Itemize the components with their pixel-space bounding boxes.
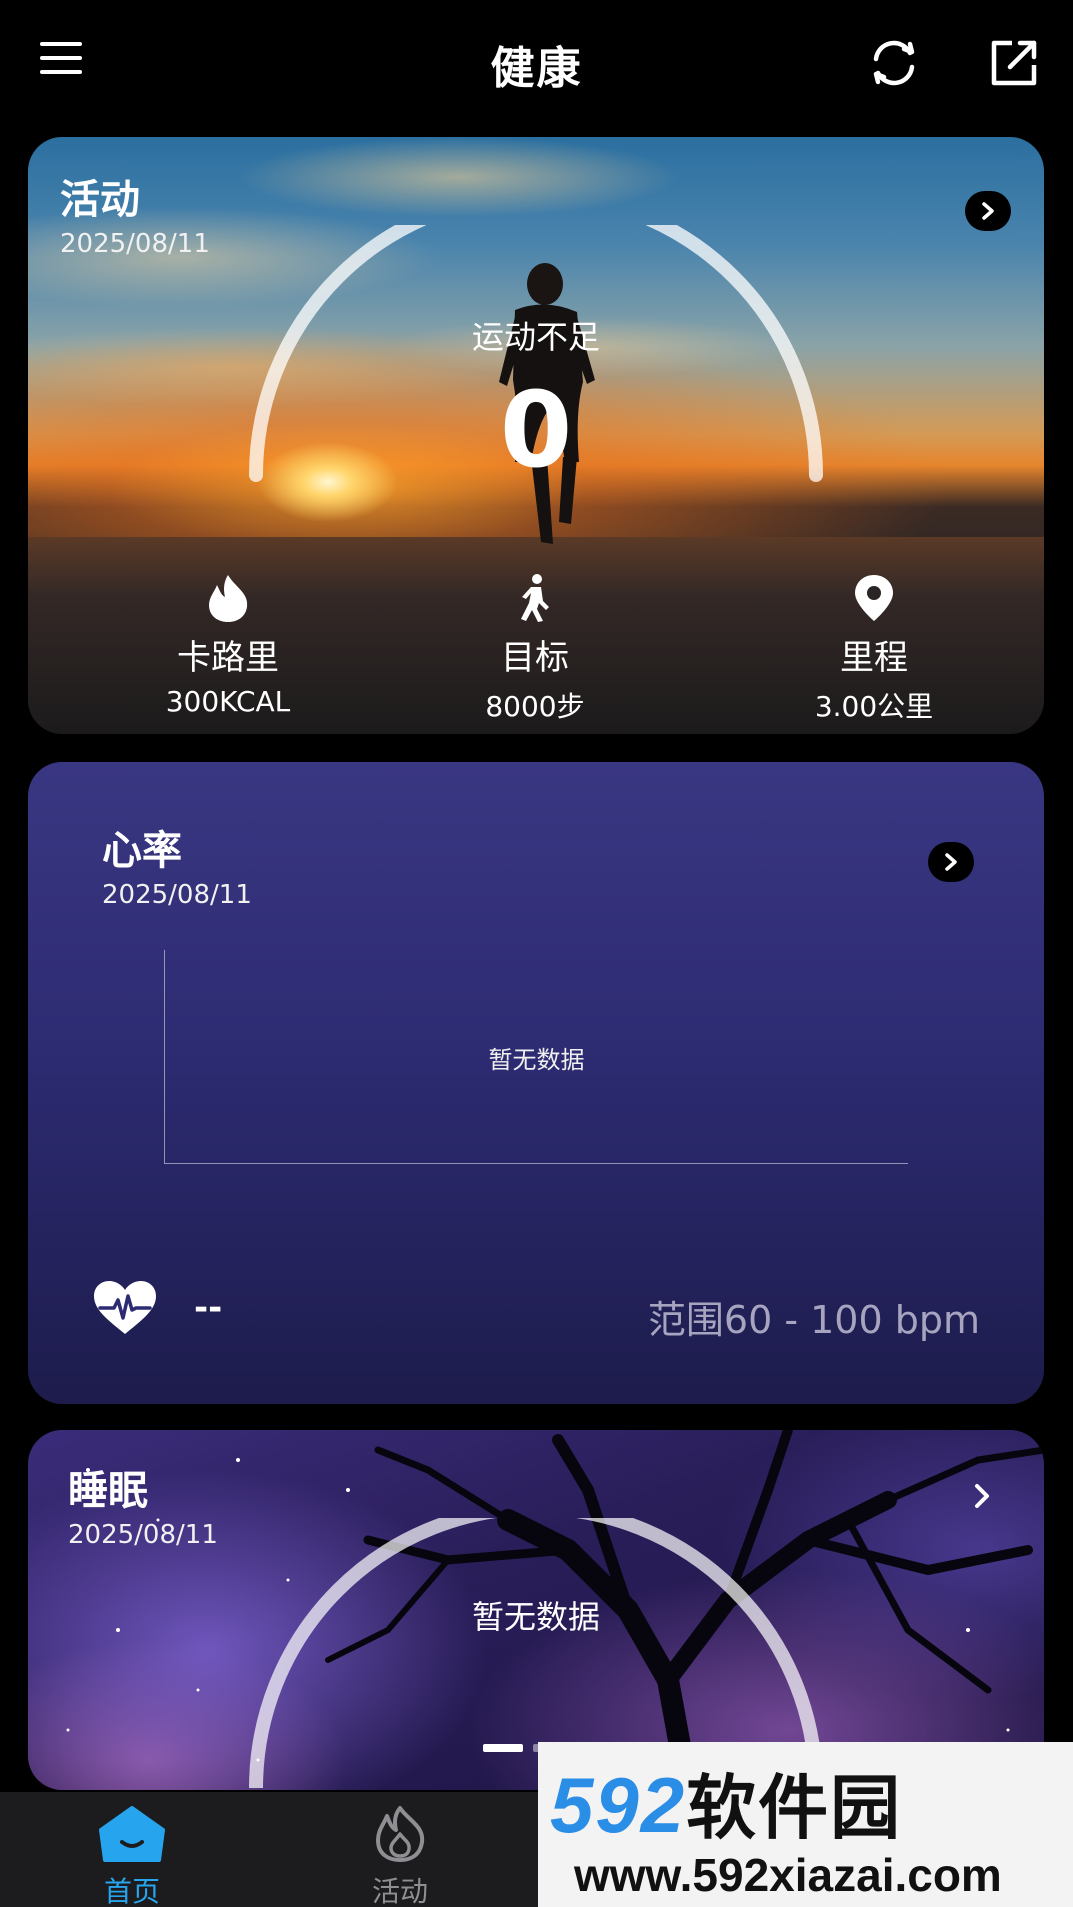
card-date: 2025/08/11 <box>60 229 210 259</box>
heart-rate-card[interactable]: 心率 2025/08/11 暂无数据 -- 范围60 - 100 bpm <box>28 762 1044 1404</box>
activity-card[interactable]: 活动 2025/08/11 运动不足 0 卡路里 300KCAL 目标 8000… <box>28 137 1044 734</box>
stat-distance: 里程 3.00公里 <box>754 572 994 725</box>
walking-icon <box>415 572 655 624</box>
stat-label: 卡路里 <box>177 638 279 678</box>
watermark-url: www.592xiazai.com <box>574 1849 1002 1901</box>
empty-state-text: 暂无数据 <box>488 1046 585 1074</box>
watermark-cn: 软件园 <box>686 1769 903 1847</box>
stat-label: 目标 <box>501 638 569 678</box>
chevron-right-icon[interactable] <box>970 1482 994 1514</box>
watermark-brand: 592软件园 <box>550 1752 902 1853</box>
stat-calories: 卡路里 300KCAL <box>108 572 348 718</box>
nav-label: 活动 <box>371 1875 428 1907</box>
share-icon[interactable] <box>986 35 1042 91</box>
card-date: 2025/08/11 <box>68 1520 218 1550</box>
activity-value: 0 <box>499 369 573 491</box>
nav-item-home[interactable]: 首页 <box>52 1804 212 1907</box>
card-title: 心率 <box>102 828 182 874</box>
stat-value: 8000步 <box>485 690 585 723</box>
chevron-right-icon[interactable] <box>928 842 974 882</box>
home-icon <box>99 1806 165 1862</box>
activity-status: 运动不足 <box>471 318 600 356</box>
stat-value: 3.00公里 <box>814 690 934 723</box>
sync-icon[interactable] <box>866 35 922 91</box>
heart-pulse-icon <box>94 1281 156 1334</box>
chevron-right-icon[interactable] <box>965 191 1011 231</box>
card-title: 睡眠 <box>68 1468 148 1514</box>
heart-rate-chart: 暂无数据 <box>164 950 908 1164</box>
nav-label: 首页 <box>103 1875 160 1907</box>
flame-outline-icon <box>376 1806 425 1862</box>
stat-value: 300KCAL <box>165 685 291 718</box>
empty-state-text: 暂无数据 <box>471 1598 600 1636</box>
stat-goal: 目标 8000步 <box>415 572 655 725</box>
nav-item-activity[interactable]: 活动 <box>320 1804 480 1907</box>
card-title: 活动 <box>60 177 140 223</box>
heart-rate-value: -- <box>194 1288 223 1328</box>
watermark-logo: 592软件园 www.592xiazai.com <box>538 1742 1073 1907</box>
stat-label: 里程 <box>840 638 908 678</box>
location-pin-icon <box>754 572 994 624</box>
watermark-digits: 592 <box>550 1761 687 1849</box>
card-date: 2025/08/11 <box>102 880 252 910</box>
flame-icon <box>108 572 348 624</box>
heart-rate-range: 范围60 - 100 bpm <box>647 1298 980 1342</box>
sleep-card[interactable]: 睡眠 2025/08/11 暂无数据 <box>28 1430 1044 1790</box>
top-app-bar: 健康 <box>0 0 1073 130</box>
